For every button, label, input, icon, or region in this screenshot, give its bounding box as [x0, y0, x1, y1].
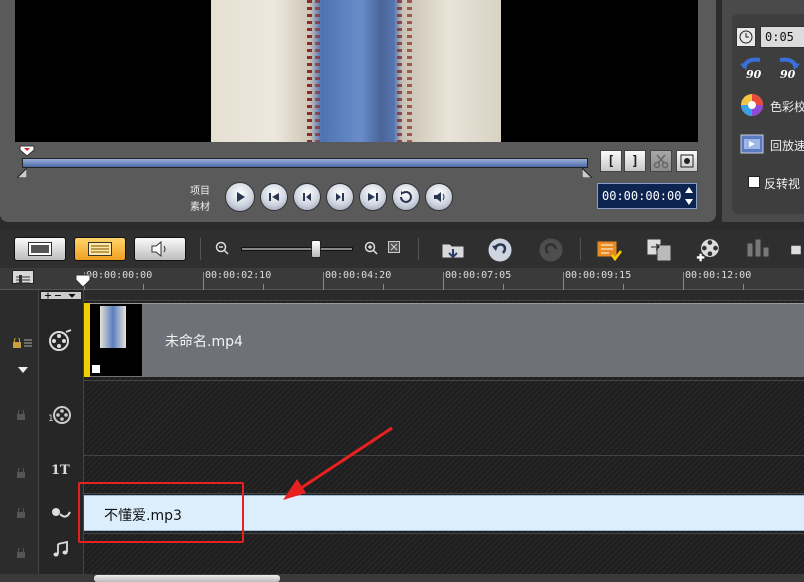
annotation-arrow-icon — [283, 426, 393, 500]
